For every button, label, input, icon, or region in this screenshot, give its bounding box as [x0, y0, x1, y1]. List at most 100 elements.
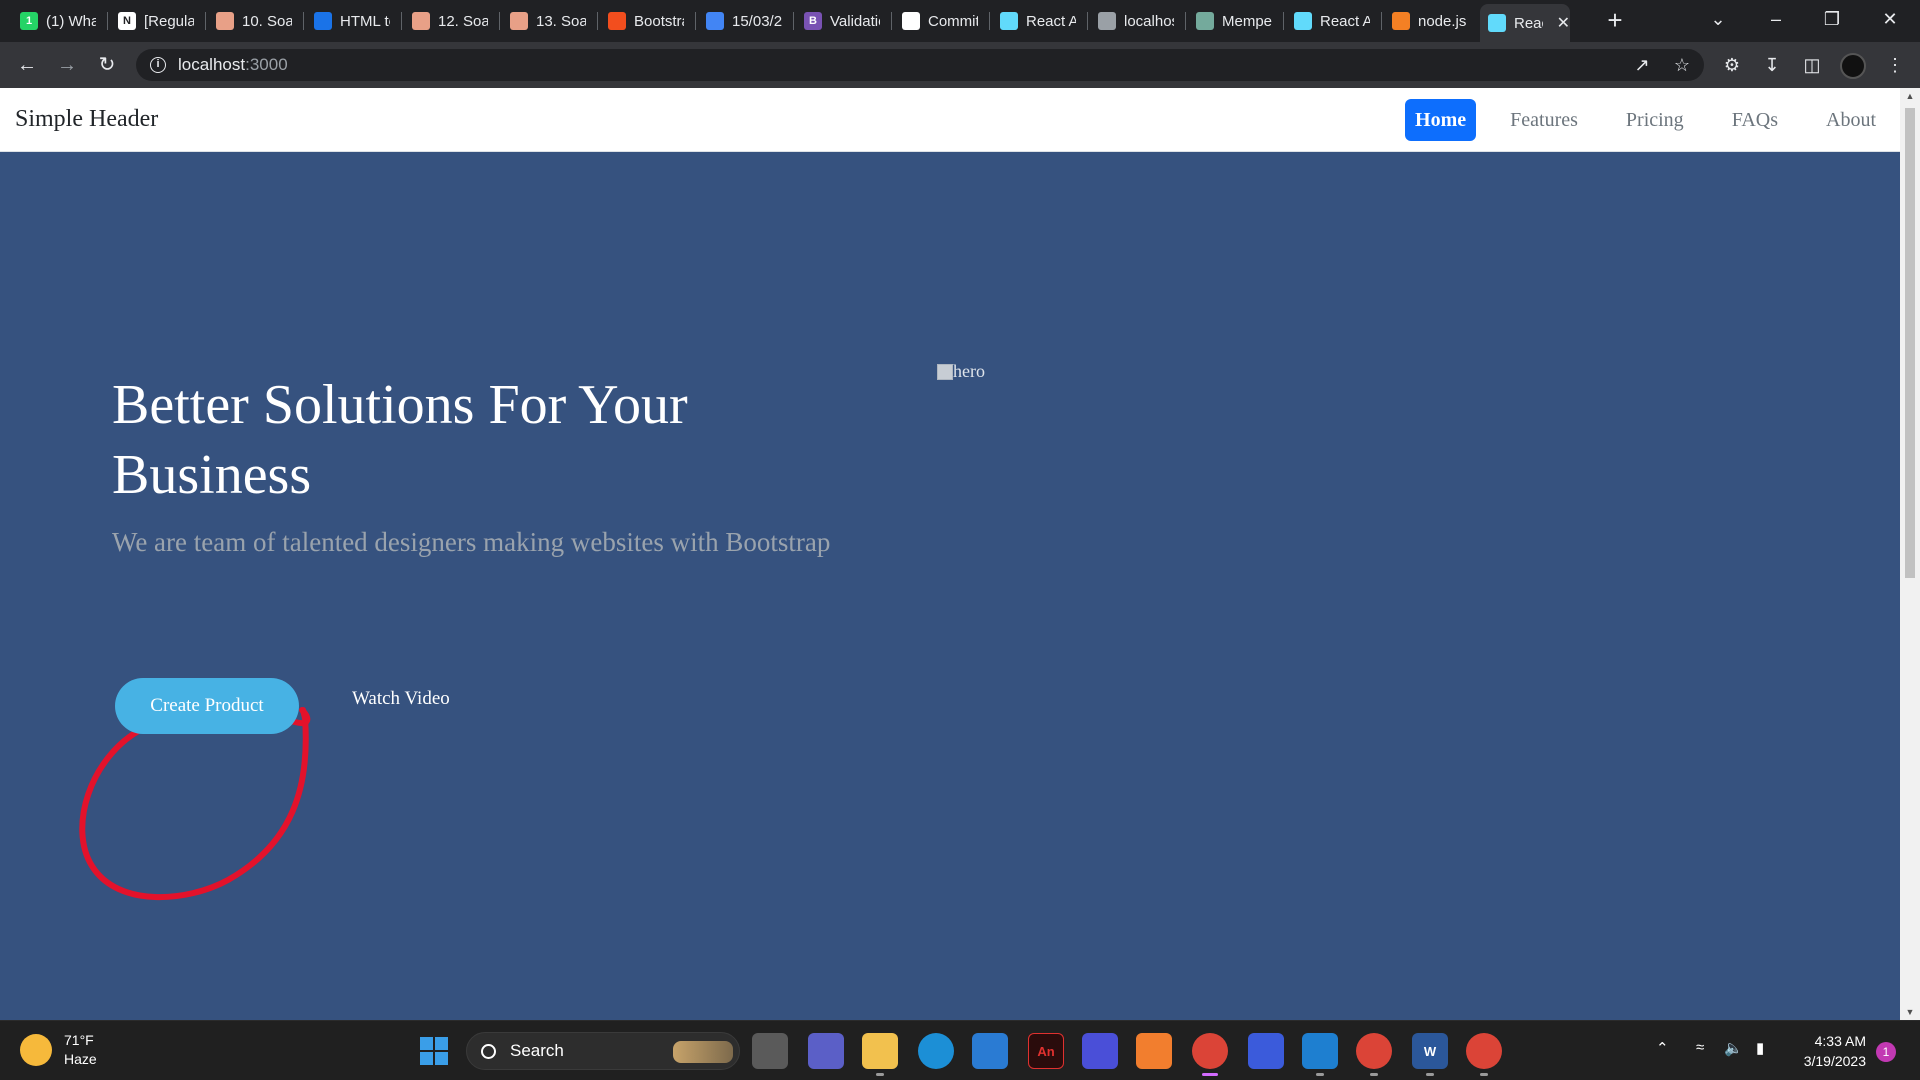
bookmark-star-icon[interactable]: ☆ [1670, 53, 1694, 77]
search-icon [481, 1043, 496, 1059]
browser-tab[interactable]: 1 (1) WhatsApp [12, 6, 104, 36]
nav-about[interactable]: About [1812, 99, 1890, 141]
extensions-puzzle-icon[interactable]: ⚙ [1717, 50, 1747, 80]
tab-separator [1283, 12, 1284, 30]
browser-tab[interactable]: localhost [1090, 6, 1182, 36]
word-icon[interactable]: W [1412, 1033, 1448, 1076]
nav-features[interactable]: Features [1496, 99, 1592, 141]
download-icon[interactable]: ↧ [1757, 50, 1787, 80]
site-brand[interactable]: Simple Header [15, 106, 158, 133]
tab-separator [793, 12, 794, 30]
tab-separator [597, 12, 598, 30]
browser-tab[interactable]: node.js [1384, 6, 1476, 36]
nav-faqs[interactable]: FAQs [1718, 99, 1792, 141]
wifi-icon[interactable]: ≈ [1696, 1039, 1704, 1056]
tab-separator [107, 12, 108, 30]
page-scrollbar[interactable]: ▲ ▼ [1900, 88, 1920, 1020]
browser-tab[interactable]: React App [992, 6, 1084, 36]
xampp-icon[interactable] [1136, 1033, 1172, 1069]
browser-tab[interactable]: 10. Soal [208, 6, 300, 36]
file-explorer-icon[interactable] [862, 1033, 898, 1076]
create-product-button[interactable]: Create Product [115, 678, 299, 734]
browser-tab[interactable]: Mempelajari [1188, 6, 1280, 36]
browser-tab[interactable]: 13. Soal [502, 6, 594, 36]
scroll-up-arrow-icon[interactable]: ▲ [1900, 88, 1920, 104]
minimize-button[interactable]: – [1748, 0, 1804, 40]
browser-tab[interactable]: React App [1286, 6, 1378, 36]
globe-icon [1098, 12, 1116, 30]
tab-separator [1185, 12, 1186, 30]
url-host: localhost [178, 55, 246, 74]
browser-tab[interactable]: Bootstrap [600, 6, 692, 36]
browser-tab-title: Bootstrap [634, 12, 684, 30]
browser-toolbar: ← → ↻ i localhost:3000 ↗ ☆ ⚙ ↧ ◫ ⋮ [0, 42, 1920, 88]
back-arrow-icon[interactable]: ← [12, 50, 42, 80]
browser-tab-title: Commit [928, 12, 978, 30]
tab-separator [989, 12, 990, 30]
weather-description: Haze [64, 1051, 97, 1067]
show-hidden-icons-chevron[interactable]: ⌃ [1656, 1039, 1669, 1057]
browser-tab[interactable]: 12. Soal [404, 6, 496, 36]
browser-tab[interactable]: 15/03/2023 [698, 6, 790, 36]
watch-video-link[interactable]: Watch Video [352, 688, 450, 710]
close-window-button[interactable]: ✕ [1862, 0, 1918, 40]
browser-tab-title: 12. Soal [438, 12, 488, 30]
task-view-icon[interactable] [752, 1033, 788, 1069]
windows-start-icon[interactable] [420, 1037, 448, 1065]
site-info-icon[interactable]: i [150, 57, 166, 73]
tab-search-chevron-icon[interactable]: ⌄ [1690, 0, 1746, 40]
globe-icon [314, 12, 332, 30]
forward-arrow-icon[interactable]: → [52, 50, 82, 80]
mail-icon[interactable] [972, 1033, 1008, 1069]
site-header: Simple Header Home Features Pricing FAQs… [0, 88, 1900, 152]
share-icon[interactable]: ↗ [1630, 53, 1654, 77]
search-highlight-image [673, 1041, 733, 1063]
taskbar-clock[interactable]: 4:33 AM 3/19/2023 [1790, 1031, 1866, 1071]
battery-icon[interactable]: ▮ [1756, 1039, 1764, 1057]
notification-badge[interactable]: 1 [1876, 1042, 1896, 1062]
nav-pricing[interactable]: Pricing [1612, 99, 1698, 141]
browser-tab-title: 10. Soal [242, 12, 292, 30]
bing-app-icon[interactable] [1082, 1033, 1118, 1069]
close-tab-icon[interactable]: ✕ [1557, 13, 1570, 33]
browser-tab[interactable]: HTML to [306, 6, 398, 36]
chatgpt-icon [1196, 12, 1214, 30]
side-panel-icon[interactable]: ◫ [1797, 50, 1827, 80]
restore-button[interactable]: ❐ [1804, 0, 1860, 40]
app-launcher-icon[interactable] [1248, 1033, 1284, 1069]
taskbar-search[interactable]: Search [466, 1032, 740, 1070]
clock-time: 4:33 AM [1814, 1033, 1866, 1049]
nav-home[interactable]: Home [1405, 99, 1477, 141]
url-port: :3000 [245, 55, 288, 74]
scroll-down-arrow-icon[interactable]: ▼ [1900, 1004, 1920, 1020]
vscode-icon[interactable] [1302, 1033, 1338, 1076]
browser-tab[interactable]: N [Regular [110, 6, 202, 36]
chrome-alt-profile-icon[interactable] [1466, 1033, 1502, 1076]
weather-widget[interactable]: 71°F Haze [20, 1031, 97, 1069]
adobe-animate-icon[interactable]: An [1028, 1033, 1064, 1069]
browser-menu-icon[interactable]: ⋮ [1880, 50, 1910, 80]
stackoverflow-icon [1392, 12, 1410, 30]
new-tab-button[interactable]: + [1600, 6, 1630, 36]
profile-avatar[interactable] [1840, 53, 1866, 79]
react-icon [1000, 12, 1018, 30]
teams-chat-icon[interactable] [808, 1033, 844, 1069]
browser-tab-active[interactable]: React App ✕ [1480, 4, 1570, 42]
browser-tab[interactable]: B Validation [796, 6, 888, 36]
chrome-profile-icon[interactable] [1356, 1033, 1392, 1076]
notion-icon: N [118, 12, 136, 30]
tab-separator [1381, 12, 1382, 30]
browser-tab[interactable]: Commit [894, 6, 986, 36]
doc-icon [510, 12, 528, 30]
edge-browser-icon[interactable] [918, 1033, 954, 1069]
page-viewport: Simple Header Home Features Pricing FAQs… [0, 88, 1920, 1020]
reload-icon[interactable]: ↻ [92, 50, 122, 80]
red-circle-annotation [79, 707, 311, 901]
address-bar[interactable]: i localhost:3000 ↗ ☆ [136, 49, 1704, 81]
chrome-icon[interactable] [1192, 1033, 1228, 1076]
doc-icon [412, 12, 430, 30]
bootstrap-icon: B [804, 12, 822, 30]
volume-muted-icon[interactable]: 🔈 [1724, 1039, 1743, 1057]
scroll-thumb[interactable] [1905, 108, 1915, 578]
tab-separator [891, 12, 892, 30]
